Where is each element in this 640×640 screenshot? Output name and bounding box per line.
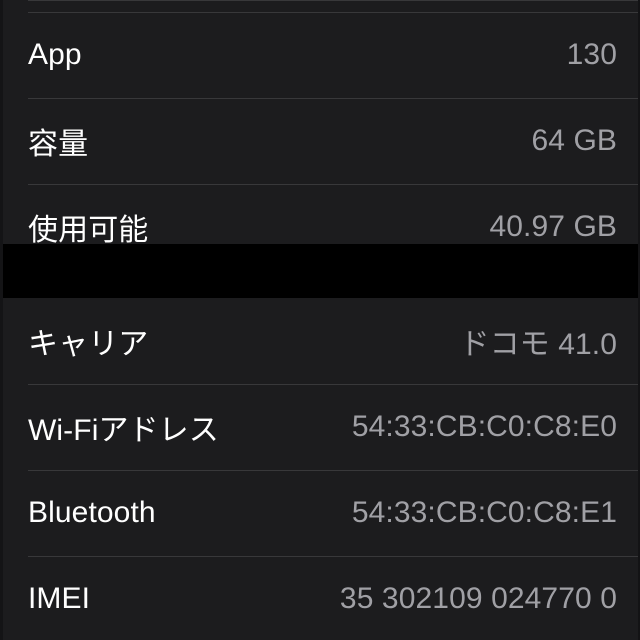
row-value-carrier: ドコモ 41.0 <box>459 328 617 361</box>
row-label-wifi-address: Wi-Fiアドレス <box>28 414 219 447</box>
row-label-capacity: 容量 <box>28 128 89 161</box>
table-row-capacity[interactable]: 容量 64 GB <box>3 98 640 184</box>
table-row-carrier[interactable]: キャリア ドコモ 41.0 <box>3 298 640 384</box>
table-row-app[interactable]: App 130 <box>3 12 640 98</box>
table-row-bluetooth[interactable]: Bluetooth 54:33:CB:C0:C8:E1 <box>3 470 640 556</box>
row-label-app: App <box>28 38 82 71</box>
table-row-imei[interactable]: IMEI 35 302109 024770 0 <box>3 556 640 640</box>
section-gap <box>0 244 640 298</box>
storage-section: App 130 容量 64 GB 使用可能 40.97 GB <box>3 0 640 247</box>
row-label-imei: IMEI <box>28 582 91 615</box>
settings-about-screen: App 130 容量 64 GB 使用可能 40.97 GB キャリア ドコモ … <box>0 0 640 640</box>
row-label-carrier: キャリア <box>28 328 149 361</box>
row-label-available: 使用可能 <box>28 214 149 247</box>
table-row-wifi-address[interactable]: Wi-Fiアドレス 54:33:CB:C0:C8:E0 <box>3 384 640 470</box>
row-value-bluetooth: 54:33:CB:C0:C8:E1 <box>351 496 617 529</box>
device-info-section: キャリア ドコモ 41.0 Wi-Fiアドレス 54:33:CB:C0:C8:E… <box>3 298 640 640</box>
row-label-bluetooth: Bluetooth <box>28 496 156 529</box>
row-value-available: 40.97 GB <box>489 210 617 243</box>
row-value-wifi-address: 54:33:CB:C0:C8:E0 <box>351 410 617 443</box>
left-edge-gutter <box>0 0 3 640</box>
row-value-app: 130 <box>566 38 617 71</box>
row-value-imei: 35 302109 024770 0 <box>339 582 617 615</box>
table-row-clipped-top[interactable] <box>3 0 640 12</box>
row-value-capacity: 64 GB <box>531 124 617 157</box>
